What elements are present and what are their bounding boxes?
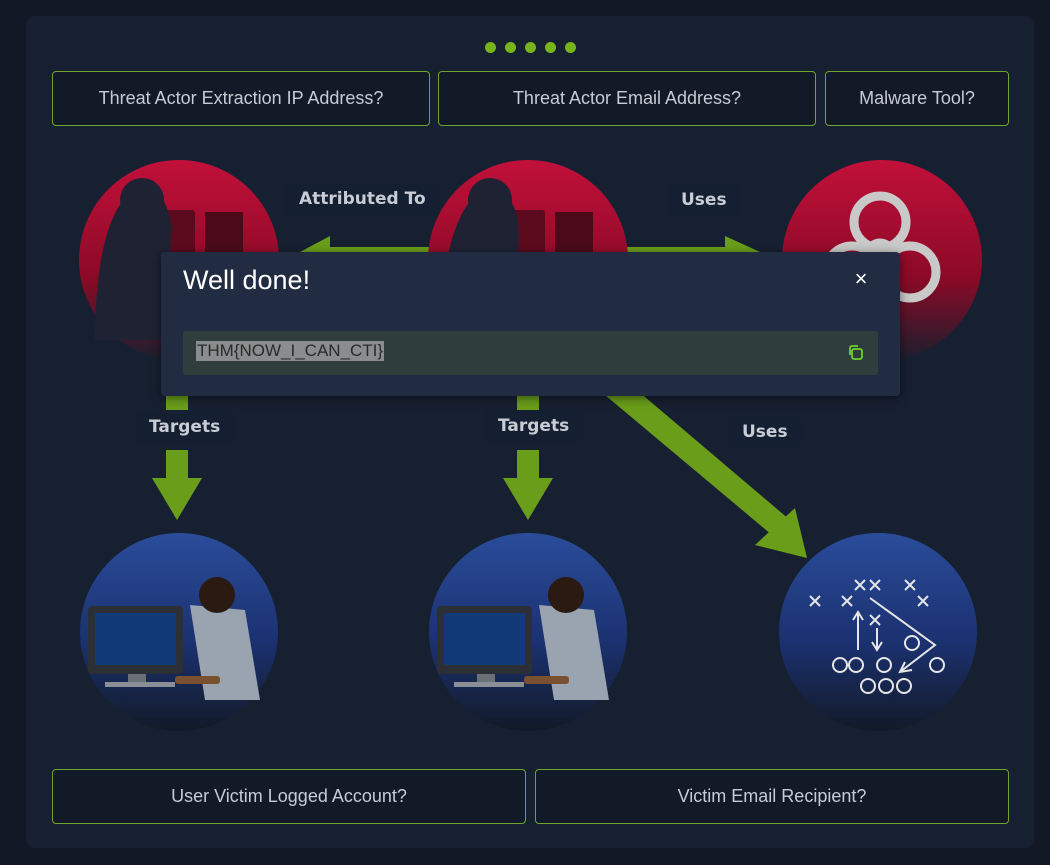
copy-icon[interactable] [846,343,866,363]
relation-uses-top-label: Uses [681,190,727,210]
close-icon[interactable]: × [850,268,872,290]
victim-node [80,533,278,731]
flag-value[interactable]: THM{NOW_I_CAN_CTI} [196,341,385,361]
relation-targets-left-label: Targets [149,417,221,437]
arrow-targets-left [152,380,202,520]
email-recipient-label: Victim Email Recipient? [677,786,867,806]
relation-attributed-to-label: Attributed To [299,189,426,209]
relation-targets-left: Targets [135,411,235,443]
logged-account-question[interactable]: User Victim Logged Account? [52,769,526,824]
relation-uses-top: Uses [667,184,741,216]
relation-uses-diagonal-label: Uses [742,422,788,442]
relation-attributed-to: Attributed To [285,183,440,215]
email-recipient-question[interactable]: Victim Email Recipient? [535,769,1009,824]
flag-field[interactable]: THM{NOW_I_CAN_CTI} [183,331,878,375]
arrow-targets-mid [503,380,553,520]
victim-email-node [429,533,627,731]
arrow-uses-diagonal [605,380,807,558]
modal-title: Well done! [183,265,311,295]
relation-targets-mid: Targets [484,410,584,442]
relation-targets-mid-label: Targets [498,416,570,436]
tactics-node [779,533,977,731]
logged-account-label: User Victim Logged Account? [171,786,407,806]
success-modal: Well done! × THM{NOW_I_CAN_CTI} [161,252,900,396]
relation-uses-diagonal: Uses [728,416,802,448]
